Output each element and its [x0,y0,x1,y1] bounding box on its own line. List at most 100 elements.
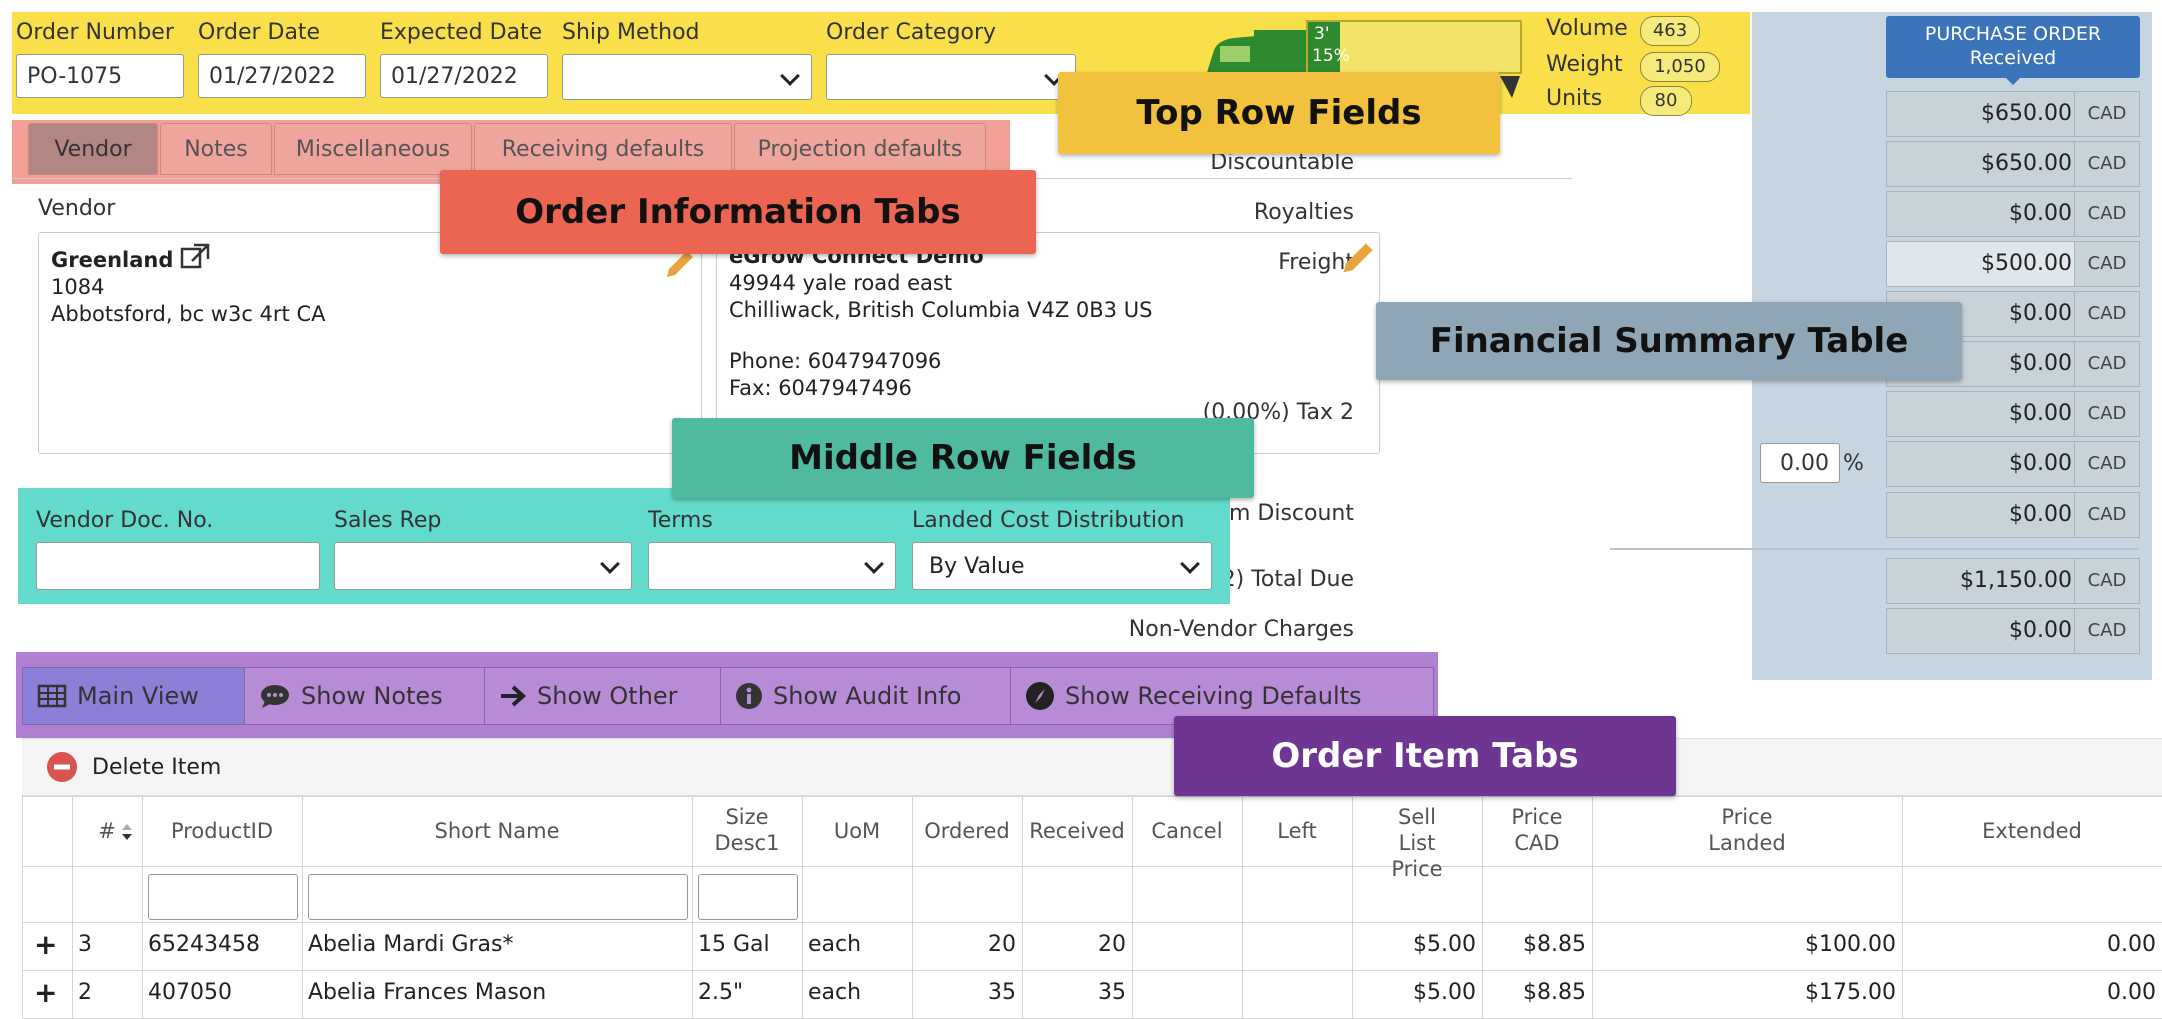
terms-select[interactable] [648,542,896,590]
grid-column-line [22,796,23,1018]
vendor-address-box: Greenland 1084 Abbotsford, bc w3c 4rt CA [38,232,702,454]
sales-rep-label: Sales Rep [334,508,442,533]
grid-cell-price-cad: $8.85 [1523,932,1586,957]
filter-size-input[interactable] [698,874,798,920]
edit-pencil-icon[interactable] [1337,239,1377,279]
grid-cell-short-name: Abelia Frances Mason [308,980,547,1005]
grid-header[interactable]: Short Name [306,818,688,844]
grid-header[interactable]: Sell List Price [1378,804,1456,882]
vendor-line2: Abbotsford, bc w3c 4rt CA [51,302,326,326]
callout-middle-row: Middle Row Fields [672,418,1254,498]
financial-row-currency: CAD [2074,141,2140,187]
status-badge: PURCHASE ORDER Received [1886,16,2140,78]
financial-row-currency: CAD [2074,608,2140,654]
financial-row-value[interactable]: $500.00 [1886,241,2083,287]
vendor-name[interactable]: Greenland [51,248,173,272]
grid-header[interactable]: Ordered [916,818,1018,844]
volume-badge: 463 [1640,16,1700,46]
filter-productid-input[interactable] [148,874,298,920]
vendor-doc-input[interactable] [36,542,320,590]
grid-cell-sell-list: $5.00 [1413,932,1476,957]
compass-icon [1026,682,1054,710]
delete-item-button[interactable]: Delete Item [46,750,221,784]
ship-method-select[interactable] [562,54,812,100]
grid-column-line [912,796,913,1018]
order-date-input[interactable]: 01/27/2022 [198,54,366,98]
grid-row-line [22,970,2162,971]
grid-header[interactable]: ProductID [146,818,298,844]
landed-cost-value: By Value [929,554,1025,579]
tab-projection-defaults[interactable]: Projection defaults [734,123,986,175]
grid-column-line [1132,796,1133,1018]
grid-header[interactable]: Received [1026,818,1128,844]
terms-label: Terms [648,508,713,533]
order-category-select[interactable] [826,54,1076,100]
status-pointer [2004,76,2022,85]
grid-cell-size: 15 Gal [698,932,770,957]
tab-miscellaneous[interactable]: Miscellaneous [274,123,472,175]
vendor-line1: 1084 [51,275,105,299]
grid-cell-ordered: 35 [988,980,1016,1005]
grid-column-line [302,796,303,1018]
financial-row-label: Non-Vendor Charges [1128,617,1354,642]
status-line1: PURCHASE ORDER [1924,23,2102,45]
financial-row-currency: CAD [2074,391,2140,437]
financial-row-value: $0.00 [1886,608,2083,654]
grid-cell-price-landed: $175.00 [1805,980,1896,1005]
sales-rep-select[interactable] [334,542,632,590]
tab-receiving-defaults[interactable]: Receiving defaults [474,123,732,175]
order-date-label: Order Date [198,20,321,45]
expand-row-button[interactable]: + [34,928,57,961]
tab-show-other[interactable]: Show Other [484,667,748,725]
grid-header[interactable]: Left [1246,818,1348,844]
shipto-fax: Fax: 6047947496 [729,376,912,400]
grid-header[interactable]: Cancel [1136,818,1238,844]
grid-row-line [22,796,2162,797]
weight-badge: 1,050 [1640,52,1720,82]
tab-show-audit-info[interactable]: Show Audit Info [720,667,1038,725]
expected-date-input[interactable]: 01/27/2022 [380,54,548,98]
financial-row-currency: CAD [2074,441,2140,487]
order-number-label: Order Number [16,20,174,45]
tab-show-notes[interactable]: Show Notes [244,667,512,725]
financial-row-currency: CAD [2074,91,2140,137]
info-icon [736,683,762,709]
financial-row-currency: CAD [2074,341,2140,387]
grid-column-line [692,796,693,1018]
grid-header[interactable]: Size Desc1 [708,804,786,856]
tab-vendor[interactable]: Vendor [28,123,158,175]
minus-circle-icon [47,752,77,782]
grid-column-line [72,796,73,1018]
expand-row-button[interactable]: + [34,976,57,1009]
external-link-icon[interactable] [180,243,210,269]
tab-notes[interactable]: Notes [160,123,272,175]
grid-cell-price-cad: $8.85 [1523,980,1586,1005]
grid-header[interactable]: UoM [806,818,908,844]
order-number-input[interactable]: PO-1075 [16,54,184,98]
grid-header[interactable]: Extended [1906,818,2158,844]
sort-icon[interactable] [120,822,134,842]
financial-row-currency: CAD [2074,492,2140,538]
vendor-doc-label: Vendor Doc. No. [36,508,214,533]
tab-show-receiving-defaults-label: Show Receiving Defaults [1065,682,1362,710]
grid-header[interactable]: Price Landed [1708,804,1786,856]
truck-fill-top-label: 3' [1314,24,1330,44]
grid-cell-sell-list: $5.00 [1413,980,1476,1005]
grid-cell-price-landed: $100.00 [1805,932,1896,957]
grid-header[interactable]: Price CAD [1498,804,1576,856]
grid-cell-extended: 0.00 [2107,932,2156,957]
tab-main-view-label: Main View [77,682,199,710]
landed-cost-select[interactable]: By Value [912,542,1212,590]
table-icon [37,684,67,708]
tab-main-view[interactable]: Main View [22,667,272,725]
shipto-line1: 49944 yale road east [729,271,953,295]
discount-pct-input[interactable]: 0.00 [1760,443,1840,483]
weight-label: Weight [1546,52,1623,77]
filter-shortname-input[interactable] [308,874,688,920]
comment-icon [261,685,289,708]
delete-item-label: Delete Item [92,754,222,780]
financial-row-value: $650.00 [1886,91,2083,137]
grid-column-line [1352,796,1353,1018]
shipto-line2: Chilliwack, British Columbia V4Z 0B3 US [729,298,1153,322]
grid-cell-num: 2 [78,980,92,1005]
